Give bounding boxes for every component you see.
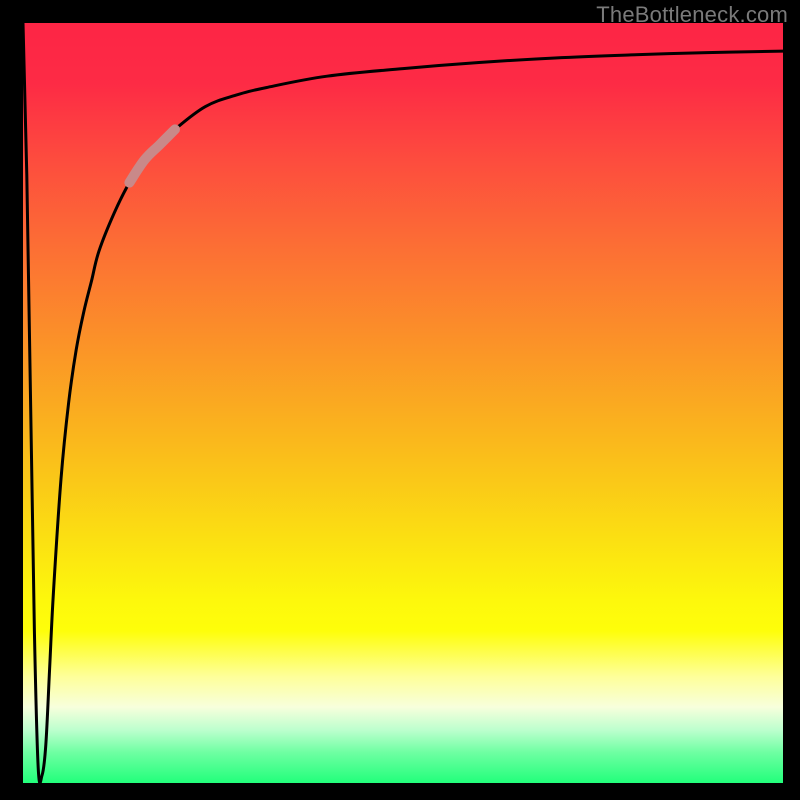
curve-svg: [23, 23, 783, 783]
chart-frame: TheBottleneck.com: [0, 0, 800, 800]
highlight-segment-line: [129, 129, 175, 182]
plot-area: [23, 23, 783, 783]
bottleneck-curve-line: [23, 23, 783, 783]
